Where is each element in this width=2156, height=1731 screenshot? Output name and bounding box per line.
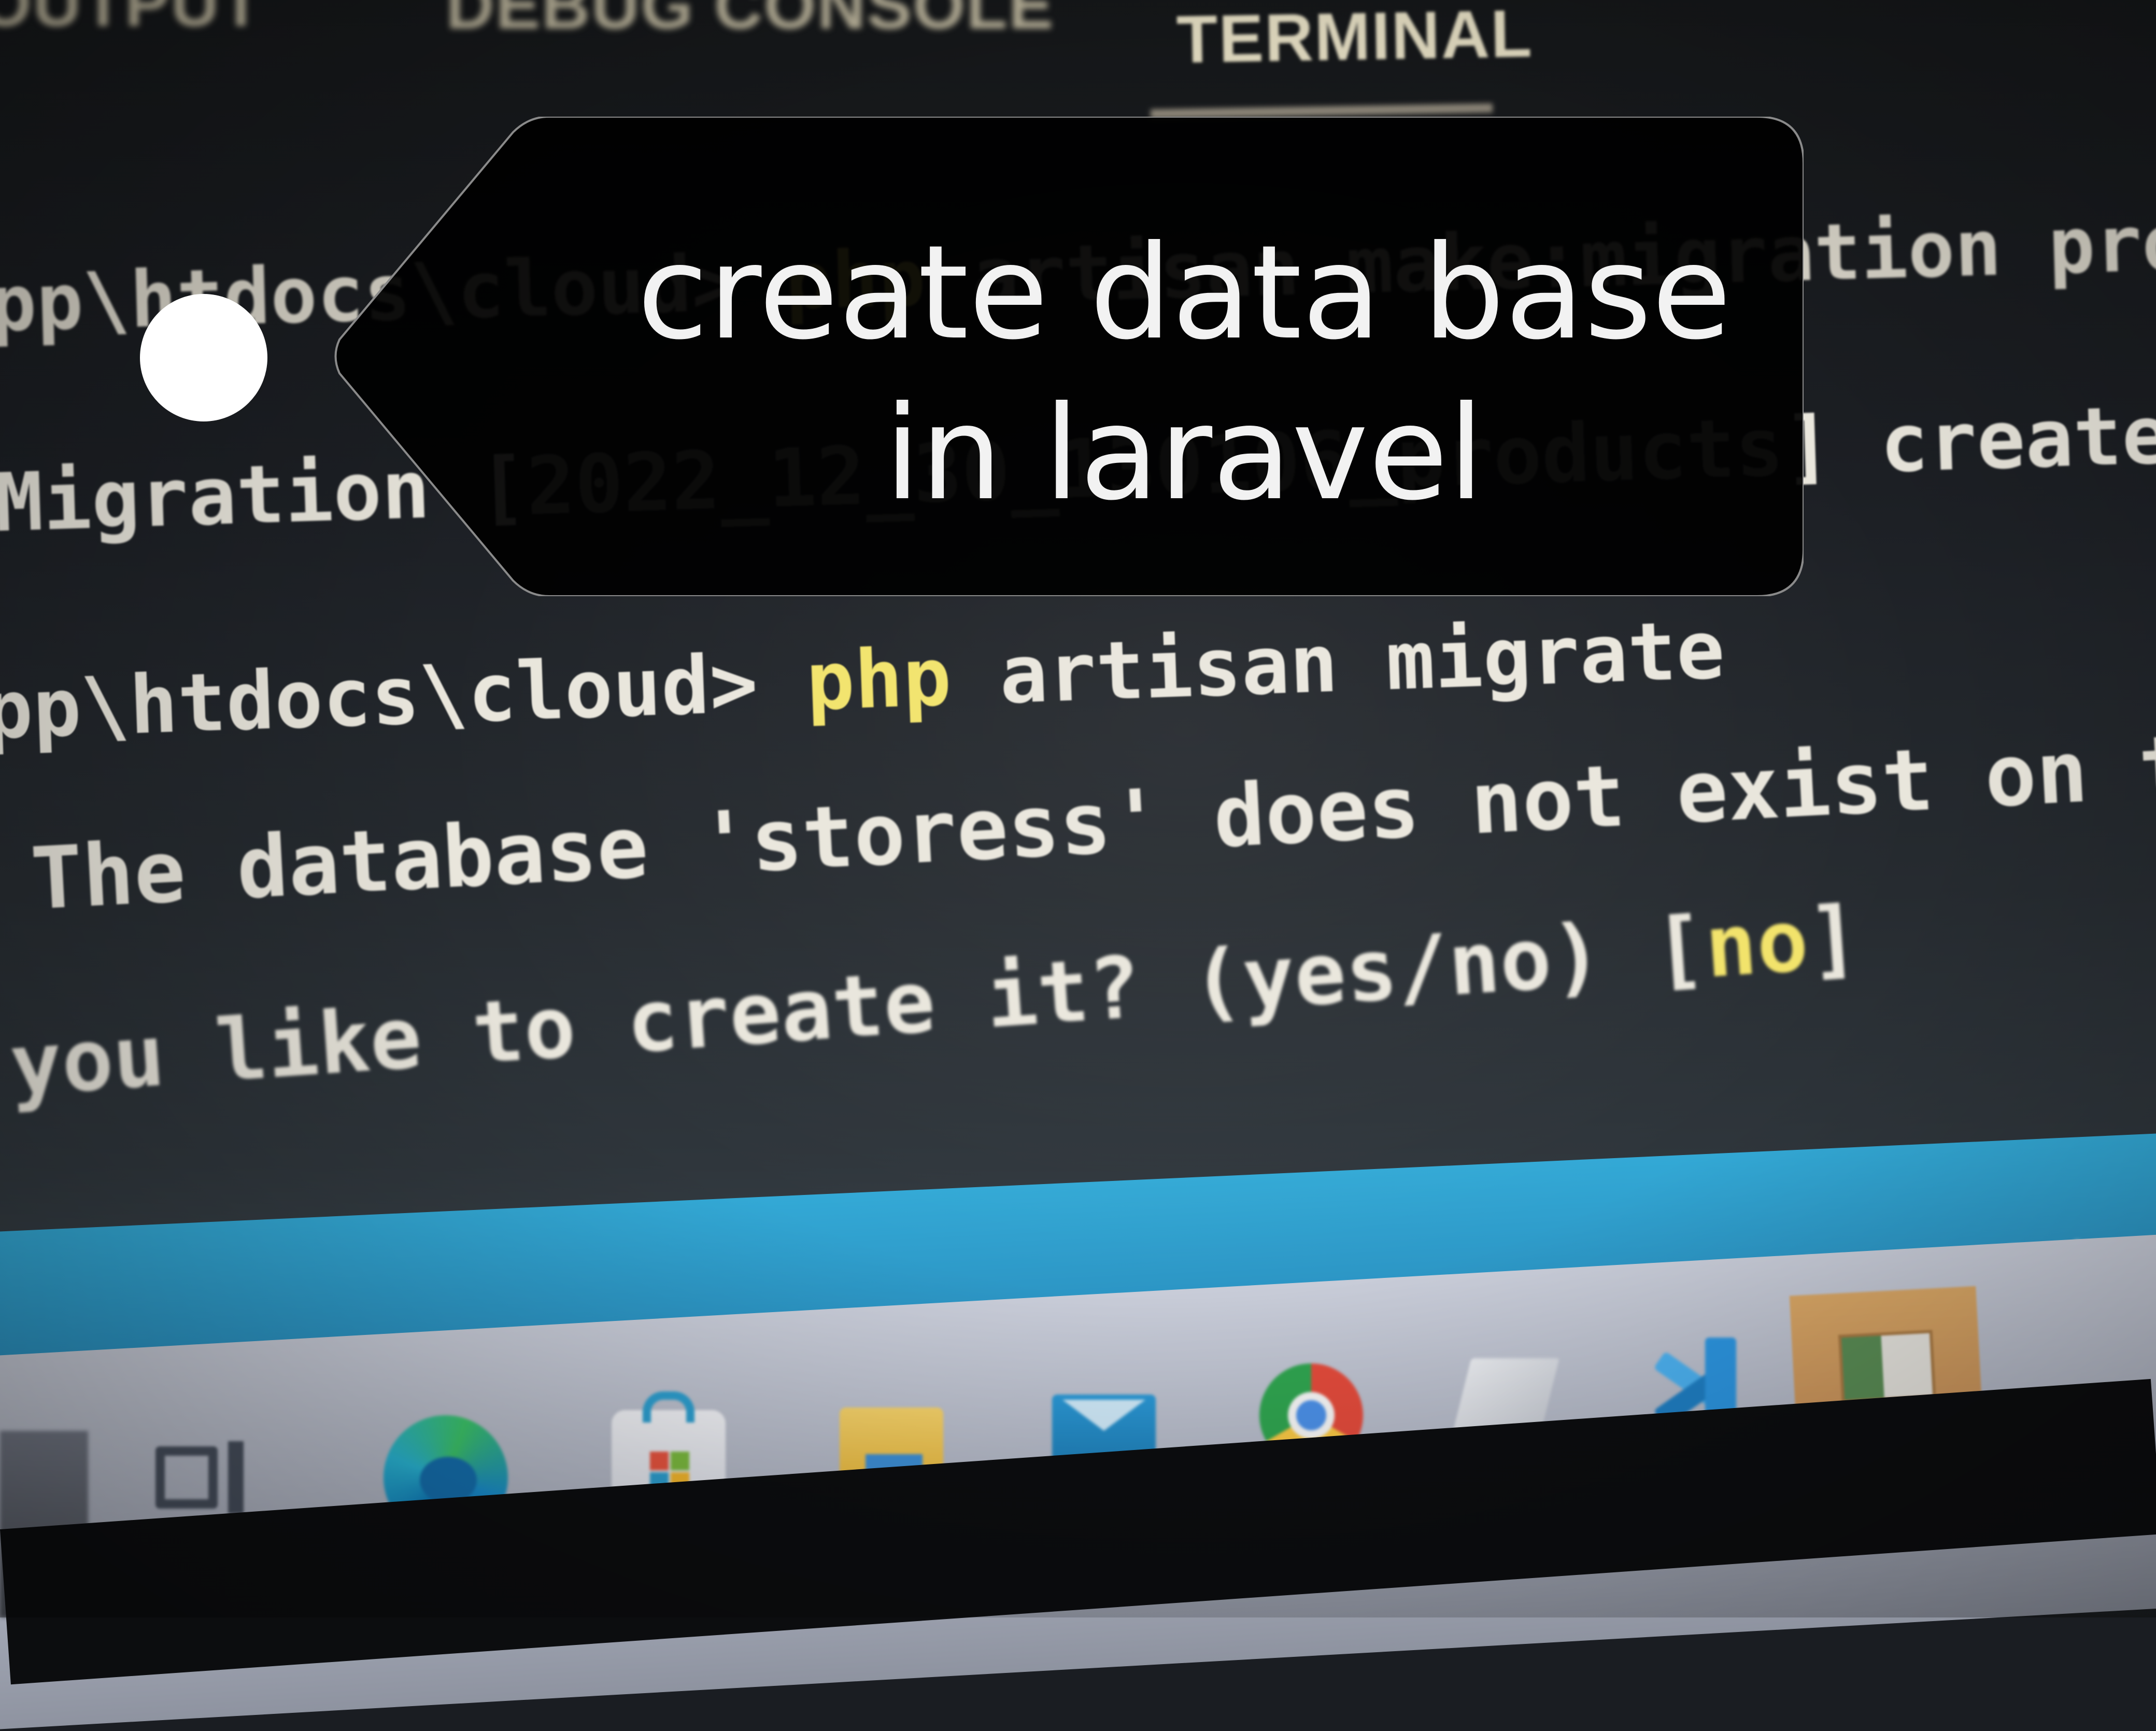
migration-suffix: ] created suc <box>1782 386 2156 494</box>
terminal-line-migrate: pp\htdocs\cloud> php artisan migrate <box>0 603 1726 757</box>
command-php: php <box>784 233 927 328</box>
marker-dot <box>140 294 267 421</box>
default-bracket-open: [ <box>1650 897 1709 1001</box>
migration-prefix: Migration [ <box>0 439 528 550</box>
terminal-line-make-migration: pp\htdocs\cloud> php artisan make:migrat… <box>0 195 2156 349</box>
terminal-line-create-prompt[interactable]: you like to create it? (yes/no) [no] <box>7 887 1863 1116</box>
terminal-line-migration-created: Migration [2022_12_30_130106_products] c… <box>0 380 2156 550</box>
default-answer: no <box>1701 890 1812 997</box>
prompt-path: pp\htdocs\cloud> <box>0 238 740 349</box>
migration-name: 2022_12_30_130106_products <box>525 400 1785 533</box>
command-args: artisan make:migration produ <box>971 195 2156 322</box>
prompt-question: you like to create it? (yes/no) <box>7 905 1606 1116</box>
task-view-icon[interactable] <box>155 1441 249 1514</box>
command-php: php <box>804 629 953 729</box>
terminal-panel[interactable]: pp\htdocs\cloud> php artisan make:migrat… <box>0 0 2156 1296</box>
prompt-path: pp\htdocs\cloud> <box>0 636 760 757</box>
command-args: artisan migrate <box>998 602 1726 722</box>
default-bracket-close: ] <box>1804 886 1863 990</box>
